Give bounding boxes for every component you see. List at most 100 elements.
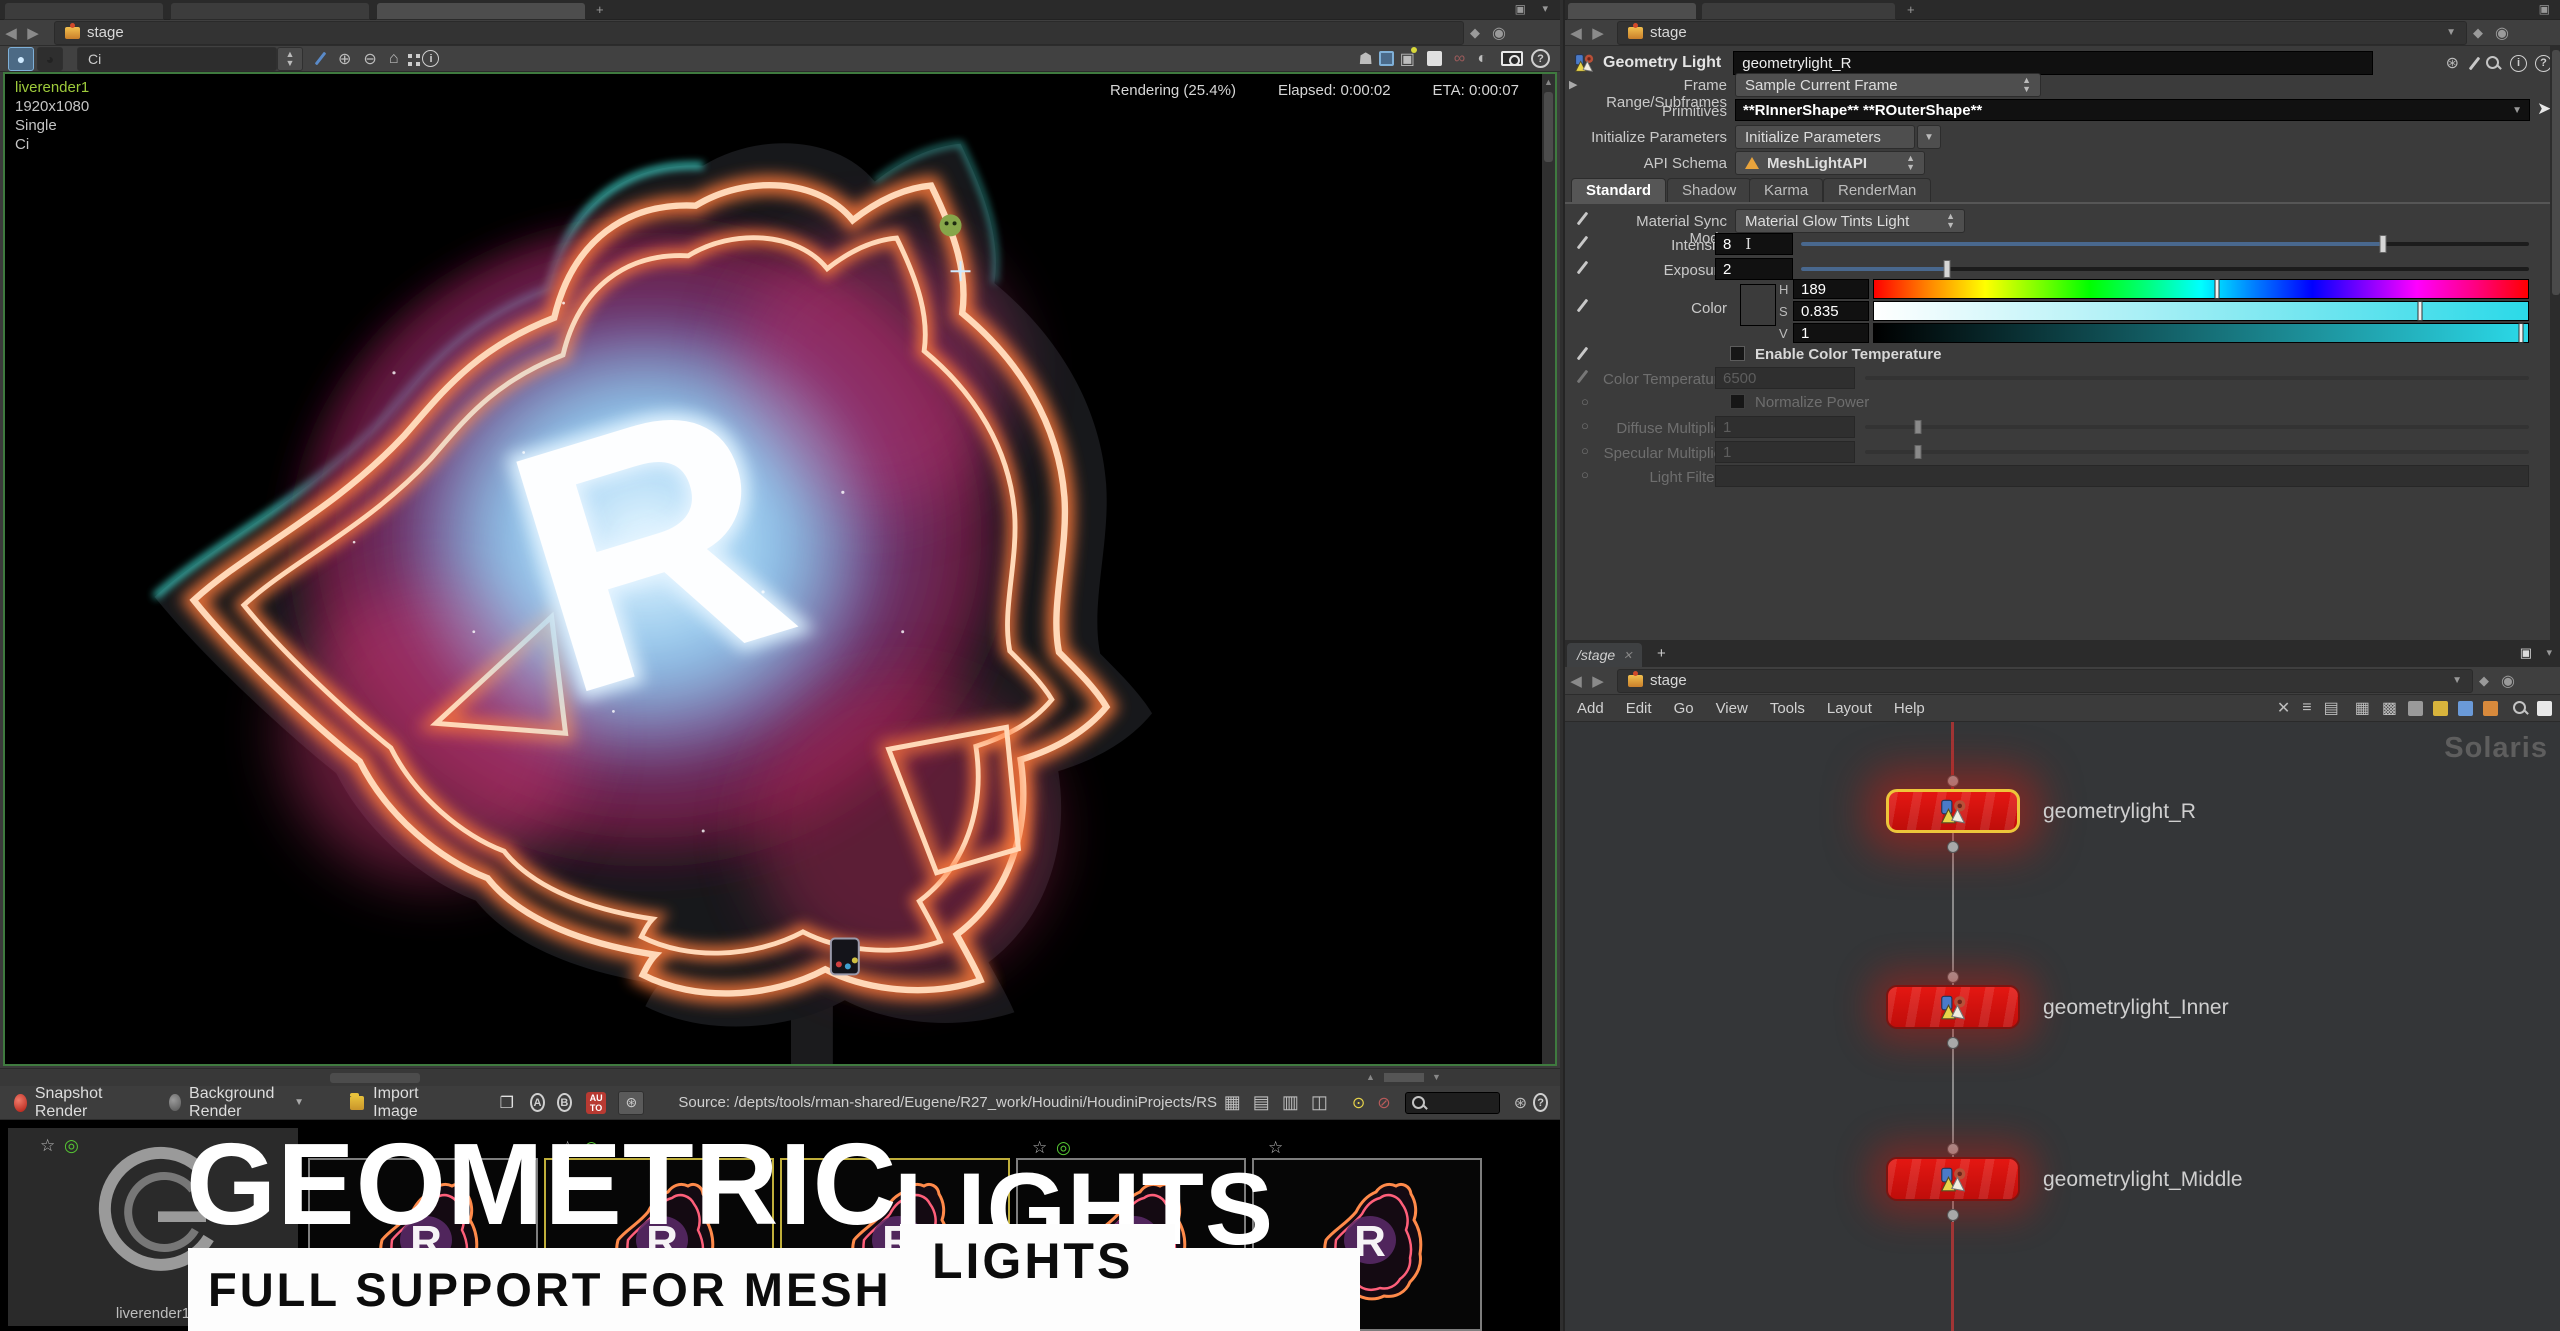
radial-menu-icon[interactable]: ◉ [1492, 23, 1506, 43]
enable-color-temperature-checkbox[interactable] [1730, 346, 1745, 361]
bulb-gear-icon[interactable]: ⊛ [1514, 1093, 1527, 1113]
pane-maximize-icon[interactable]: ▣ [2520, 645, 2532, 661]
help-icon[interactable]: ? [1531, 49, 1550, 68]
node-label[interactable]: geometrylight_R [2043, 800, 2196, 824]
notes-icon[interactable] [2433, 701, 2448, 716]
menu-go[interactable]: Go [1674, 700, 1694, 717]
saturation-bar[interactable] [1873, 301, 2529, 321]
node-input-dot[interactable] [1947, 775, 1959, 787]
menu-add[interactable]: Add [1577, 700, 1604, 717]
import-image-button[interactable]: Import Image [350, 1085, 440, 1121]
radial-menu-icon[interactable]: ◉ [2495, 23, 2509, 43]
back-arrow-icon[interactable]: ◀ [1565, 672, 1587, 690]
bulb-star-icon[interactable]: ⊙ [1352, 1093, 1365, 1113]
close-icon[interactable]: ✕ [1623, 649, 1632, 662]
info-icon[interactable]: i [422, 50, 439, 67]
favorite-star-icon[interactable]: ☆ [40, 1136, 55, 1156]
snapshot-render-button[interactable]: Snapshot Render [14, 1085, 123, 1121]
value-handle[interactable] [2519, 323, 2524, 343]
initialize-dropdown-button[interactable]: ▼ [1917, 125, 1941, 149]
column-view-icon[interactable]: ◫ [1311, 1092, 1328, 1113]
snapshot-frame-icon[interactable]: ▣ [1400, 49, 1415, 69]
color-palette-icon[interactable] [2408, 701, 2423, 716]
pane-dropdown-icon[interactable]: ▾ [2546, 646, 2552, 659]
forward-arrow-icon[interactable]: ▶ [1587, 24, 1609, 42]
back-arrow-icon[interactable]: ◀ [0, 24, 22, 42]
collapse-arrow-icon[interactable]: ▶ [1569, 78, 1577, 91]
initialize-parameters-button[interactable]: Initialize Parameters [1735, 125, 1915, 149]
pane-tab-active[interactable] [376, 2, 586, 20]
exposure-slider[interactable] [1801, 267, 2529, 271]
compare-b-button[interactable]: B [557, 1093, 572, 1112]
contrast-icon[interactable]: ◐ [1477, 50, 1487, 68]
node-output-dot[interactable] [1947, 1037, 1959, 1049]
pane-tab[interactable] [4, 2, 164, 20]
node-label[interactable]: geometrylight_Inner [2043, 996, 2229, 1020]
param-edit-icon[interactable] [1577, 347, 1589, 361]
pin-icon[interactable]: ◆ [1470, 25, 1480, 41]
frame-range-select[interactable]: Sample Current Frame▲▼ [1735, 73, 2041, 97]
pane-dropdown-icon[interactable]: ▾ [1542, 2, 1548, 15]
text-overlay-icon[interactable] [1379, 51, 1394, 66]
back-arrow-icon[interactable]: ◀ [1565, 24, 1587, 42]
node-input-dot[interactable] [1947, 971, 1959, 983]
grid-view-icon-3[interactable]: ▥ [1282, 1092, 1299, 1113]
pane-tab-active[interactable] [1567, 2, 1697, 20]
settings-gear-icon[interactable]: ⊛ [618, 1091, 644, 1115]
tools-icon[interactable]: ✕ [2277, 698, 2290, 718]
handles-tool-icon[interactable] [315, 52, 327, 66]
menu-view[interactable]: View [1716, 700, 1748, 717]
brush-icon[interactable] [2469, 56, 2481, 70]
forward-arrow-icon[interactable]: ▶ [22, 24, 44, 42]
forward-arrow-icon[interactable]: ▶ [1587, 672, 1609, 690]
grid-view-icon-1[interactable]: ▦ [1224, 1092, 1241, 1113]
gear-icon[interactable]: ⊛ [2446, 53, 2459, 73]
menu-tools[interactable]: Tools [1770, 700, 1805, 717]
zoom-in-icon[interactable]: ⊕ [338, 49, 351, 69]
params-scrollbar[interactable] [2550, 46, 2560, 640]
viewport-scrollbar[interactable]: ▲ [1542, 74, 1555, 1064]
scrollbar-thumb[interactable] [1544, 92, 1553, 162]
grid-view-icon-2[interactable]: ▤ [1253, 1092, 1270, 1113]
snapshot-net-icon[interactable] [2458, 701, 2473, 716]
pane-menu-icon[interactable]: ▣ [1515, 2, 1526, 16]
background-render-button[interactable]: Background Render ▼ [169, 1085, 304, 1121]
node-input-dot[interactable] [1947, 1143, 1959, 1155]
new-tab-button[interactable]: + [1657, 645, 1666, 662]
shade-toggle-button[interactable]: ◕ [37, 47, 63, 71]
display-plane-select[interactable]: Ci [77, 47, 277, 71]
network-canvas[interactable]: Solaris geometrylight_R geometrylight_In… [1565, 722, 2560, 1331]
path-location-chip[interactable]: stage [54, 21, 1464, 45]
list-icon[interactable]: ▤ [2324, 698, 2339, 718]
node-name-field[interactable]: geometrylight_R [1733, 51, 2373, 75]
path-location-chip[interactable]: stage ▼ [1617, 669, 2473, 693]
scroll-up-icon[interactable]: ▲ [1544, 77, 1553, 87]
primitives-field[interactable]: **RInnerShape** **ROuterShape**▼ [1735, 99, 2530, 121]
scroll-right-icon[interactable]: ▼ [1432, 1072, 1441, 1082]
scrollbar-thumb[interactable] [2552, 50, 2560, 295]
search-icon[interactable] [2511, 699, 2529, 717]
intensity-slider-handle[interactable] [2380, 235, 2387, 253]
grid-snap-icon[interactable]: ▦ [2355, 698, 2370, 718]
scroll-left-icon[interactable]: ▲ [1366, 1072, 1375, 1082]
intensity-field[interactable]: 8I [1715, 233, 1793, 255]
pane-menu-icon[interactable]: ▣ [2539, 2, 2550, 16]
param-edit-icon[interactable] [1577, 212, 1589, 226]
node-label[interactable]: geometrylight_Middle [2043, 1168, 2243, 1192]
tab-karma[interactable]: Karma [1749, 178, 1823, 202]
api-schema-select[interactable]: MeshLightAPI▲▼ [1735, 151, 1925, 175]
zoom-out-icon[interactable]: ⊖ [363, 49, 376, 69]
chevron-down-icon[interactable]: ▼ [2446, 27, 2456, 38]
tab-shadow[interactable]: Shadow [1667, 178, 1751, 202]
bulb-disabled-icon[interactable]: ⊘ [1377, 1093, 1390, 1113]
node-geometrylight-Middle[interactable] [1886, 1157, 2020, 1201]
hue-field[interactable]: 189 [1793, 279, 1869, 299]
snapshot-hand-icon[interactable]: ☗ [1358, 49, 1372, 69]
val-field[interactable]: 1 [1793, 323, 1869, 343]
plane-spinner[interactable]: ▲▼ [277, 47, 303, 71]
pan-icon[interactable] [408, 54, 412, 58]
node-geometrylight-R[interactable] [1886, 789, 2020, 833]
sat-field[interactable]: 0.835 [1793, 301, 1869, 321]
radial-menu-icon[interactable]: ◉ [2501, 671, 2515, 691]
new-tab-button[interactable]: + [596, 2, 604, 17]
